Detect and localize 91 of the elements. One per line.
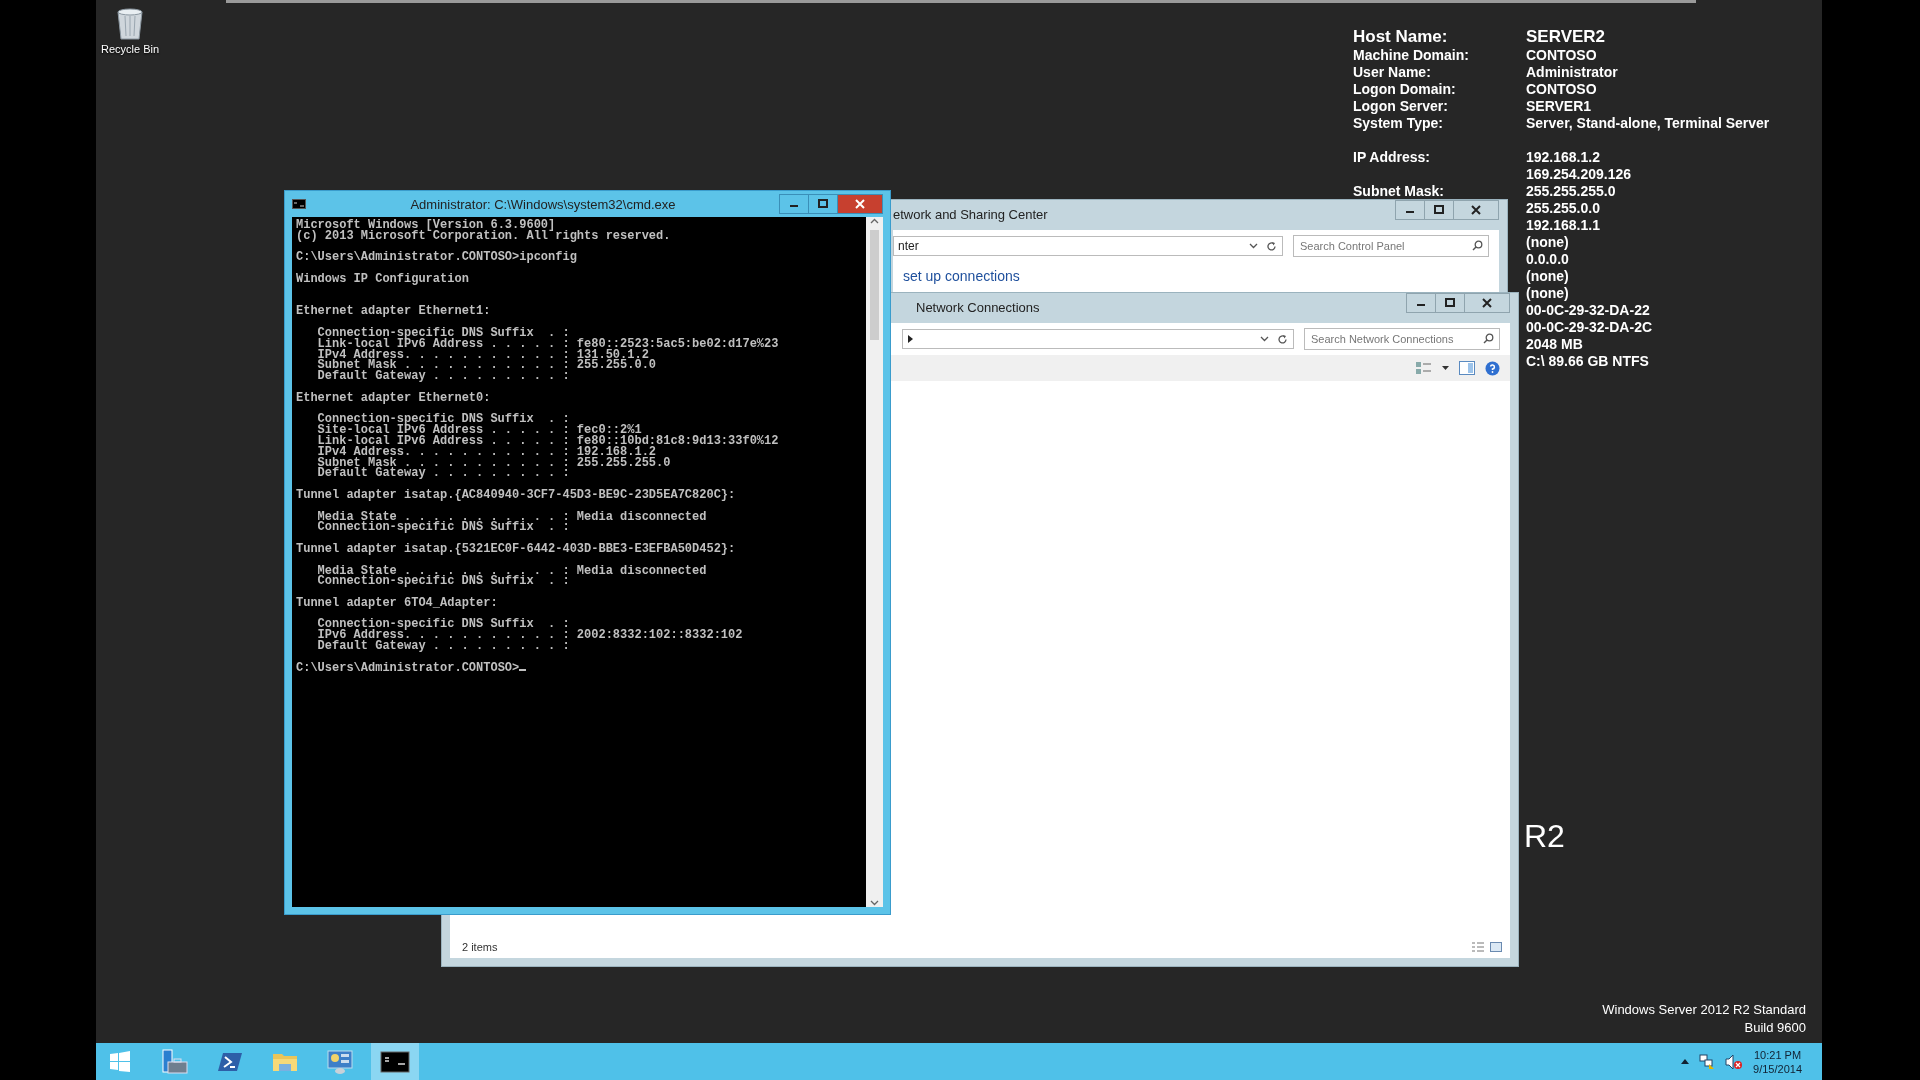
dropdown-icon[interactable] [1260,336,1269,342]
link[interactable]: set up connections [893,262,1020,284]
info-value: 169.254.209.126 [1526,166,1633,183]
info-value: 0.0.0.0 [1526,251,1570,268]
info-value: 2048 MB [1526,336,1584,353]
console-line: Tunnel adapter isatap.{AC840940-3CF7-45D3-BE9C-23D5EA7C820C}: [296,487,736,502]
window-title: Network Connections [916,299,1040,315]
info-value: 00-0C-29-32-DA-2C [1526,319,1654,336]
minimize-button[interactable] [779,194,809,214]
server-toolbox-icon [161,1048,189,1075]
maximize-icon[interactable] [1445,298,1455,308]
edition-text: Windows Server 2012 R2 Standard [1602,1002,1806,1017]
search-icon [1472,240,1483,251]
console-icon [292,199,306,209]
muted-speaker-icon[interactable] [1725,1053,1744,1070]
build-text: Build 9600 [1744,1020,1806,1035]
info-value: 192.168.1.2 [1526,149,1601,166]
search-field[interactable]: Search Control Panel [1293,235,1489,257]
show-hidden-icons-icon[interactable] [1681,1059,1690,1064]
window-title: Administrator: C:\Windows\system32\cmd.exe [409,196,677,212]
dropdown-icon[interactable] [1442,366,1449,370]
info-value: 255.255.255.0 [1526,183,1617,200]
recycle-bin-icon[interactable] [115,6,145,40]
control-panel-icon [326,1048,354,1075]
status-text: 2 items [462,941,498,953]
info-value: (none) [1526,285,1570,302]
info-label: System Type: [1353,115,1444,132]
refresh-icon[interactable] [1266,240,1277,252]
console-line: Tunnel adapter isatap.{5321EC0F-6442-403D-BBE3-E3EFBA50D452}: [296,541,736,556]
info-value: (none) [1526,268,1570,285]
info-value: CONTOSO [1526,47,1598,64]
info-value: C:\ 89.66 GB NTFS [1526,353,1650,370]
search-field[interactable]: Search Network Connections [1304,328,1500,350]
window-title: etwork and Sharing Center [893,206,1048,222]
scroll-thumb[interactable] [870,230,879,340]
close-button[interactable] [1453,200,1499,220]
tiles-view-icon[interactable] [1490,942,1502,952]
info-value: Administrator [1526,64,1619,81]
taskbar-button[interactable] [371,1043,419,1080]
info-value: SERVER1 [1526,98,1593,115]
icon-label[interactable]: Recycle Bin [100,43,160,55]
console-line: Ethernet adapter Ethernet1: [296,304,491,319]
refresh-icon[interactable] [1277,333,1288,345]
text-cursor [519,668,527,671]
info-value: 192.168.1.1 [1526,217,1601,234]
breadcrumb-arrow-icon[interactable] [908,335,913,343]
command-prompt-icon [380,1050,410,1073]
dropdown-icon[interactable] [1249,243,1258,249]
clock[interactable]: 10:21 PM 9/15/2014 [1753,1047,1802,1076]
maximize-icon[interactable] [818,199,828,209]
info-value: CONTOSO [1526,81,1598,98]
maximize-button[interactable] [1435,293,1465,313]
info-value: SERVER2 [1526,27,1607,47]
info-label: User Name: [1353,64,1432,81]
console-line: Tunnel adapter 6TO4_Adapter: [296,595,498,610]
edition-mark: R2 [1524,818,1565,855]
search-icon [1483,333,1494,344]
address-field[interactable] [902,329,1294,349]
console-line: C:\Users\Administrator.CONTOSO>ipconfig [296,250,577,265]
info-value: 255.255.0.0 [1526,200,1601,217]
info-label: IP Address: [1353,149,1432,166]
maximize-button[interactable] [1424,200,1454,220]
maximize-icon[interactable] [1434,205,1444,215]
minimize-button[interactable] [1395,200,1425,220]
info-label: Logon Domain: [1353,81,1457,98]
info-value: 00-0C-29-32-DA-22 [1526,302,1651,319]
console-line: C:\Users\Administrator.CONTOSO> [296,660,520,675]
help-icon[interactable] [1485,360,1500,376]
close-icon[interactable] [1482,298,1492,308]
preview-pane-icon[interactable] [1459,361,1475,375]
time-text: 10:21 PM [1754,1047,1802,1062]
powershell-icon [217,1050,243,1073]
date-text: 9/15/2014 [1753,1061,1802,1076]
scroll-up-icon[interactable] [870,217,879,226]
windows-logo-icon [109,1050,131,1073]
console-line: Windows IP Configuration [296,272,469,286]
address-field[interactable]: nter [893,236,1283,256]
network-icon[interactable] [1699,1053,1716,1070]
close-button[interactable] [837,194,883,214]
scroll-down-icon[interactable] [870,898,879,907]
minimize-button[interactable] [1406,293,1436,313]
info-label: Logon Server: [1353,98,1449,115]
close-icon[interactable] [1471,205,1481,215]
info-label: Machine Domain: [1353,47,1470,64]
console-line: Ethernet adapter Ethernet0: [296,390,491,405]
info-value: Server, Stand-alone, Terminal Server [1526,115,1770,132]
info-label: Subnet Mask: [1353,183,1445,200]
close-button[interactable] [1464,293,1510,313]
scrollbar[interactable] [866,217,883,907]
info-value: (none) [1526,234,1570,251]
info-label: Host Name: [1353,27,1449,47]
